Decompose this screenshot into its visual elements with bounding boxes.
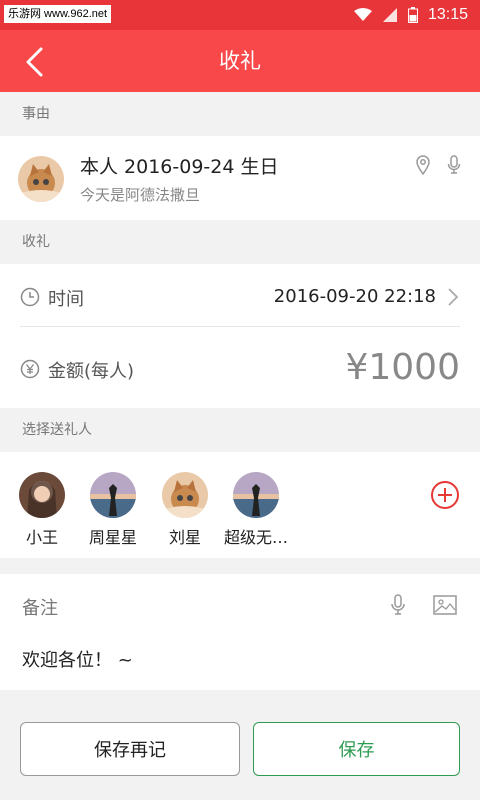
section-header-gift: 收礼 (0, 220, 480, 264)
clock-icon (20, 287, 40, 307)
giver-item[interactable]: 刘星 (145, 472, 225, 548)
giver-name: 小王 (25, 528, 58, 547)
add-circle-icon (431, 481, 459, 509)
location-pin-icon[interactable] (412, 154, 434, 176)
clock-time: 13:15 (427, 6, 468, 23)
time-value[interactable]: 2016-09-20 22:18 (274, 286, 436, 307)
giver-item[interactable]: 周星星 (73, 472, 153, 548)
section-header-givers: 选择送礼人 (0, 408, 480, 452)
amount-value[interactable]: ¥1000 (345, 347, 460, 388)
microphone-icon[interactable] (443, 154, 465, 176)
save-and-continue-button[interactable]: 保存再记 (20, 722, 240, 776)
yen-icon (20, 359, 40, 379)
event-avatar (18, 156, 64, 202)
save-button[interactable]: 保存 (253, 722, 460, 776)
note-label: 备注 (22, 598, 58, 619)
page-title: 收礼 (219, 49, 261, 73)
battery-icon (407, 7, 418, 23)
section-header-event: 事由 (0, 92, 480, 136)
image-icon[interactable] (432, 594, 458, 616)
giver-name: 刘星 (168, 528, 201, 547)
giver-item[interactable]: 小王 (2, 472, 82, 548)
giver-item[interactable]: 超级无… (216, 472, 296, 548)
amount-label: 金额(每人) (48, 361, 135, 382)
event-description: 今天是阿德法撒旦 (80, 186, 201, 204)
time-label: 时间 (48, 289, 84, 310)
giver-avatar (233, 472, 279, 518)
add-giver-button[interactable] (430, 480, 460, 510)
status-bar: 乐游网 www.962.net 13:15 (0, 0, 480, 30)
wifi-icon (353, 8, 372, 21)
note-card[interactable] (0, 574, 480, 690)
giver-name: 超级无… (223, 528, 288, 547)
chevron-left-icon (26, 47, 43, 77)
signal-icon (382, 8, 397, 22)
divider (20, 326, 460, 327)
giver-name: 周星星 (88, 528, 137, 547)
giver-avatar (90, 472, 136, 518)
note-text[interactable]: 欢迎各位！ ~ (22, 646, 133, 672)
back-button[interactable] (14, 42, 54, 82)
nav-bar: 收礼 (0, 30, 480, 92)
chevron-right-icon[interactable] (447, 287, 459, 307)
giver-avatar (162, 472, 208, 518)
event-title: 本人 2016-09-24 生日 (80, 156, 279, 178)
giver-avatar (19, 472, 65, 518)
note-microphone-icon[interactable] (386, 593, 410, 617)
watermark-label: 乐游网 www.962.net (4, 5, 112, 23)
